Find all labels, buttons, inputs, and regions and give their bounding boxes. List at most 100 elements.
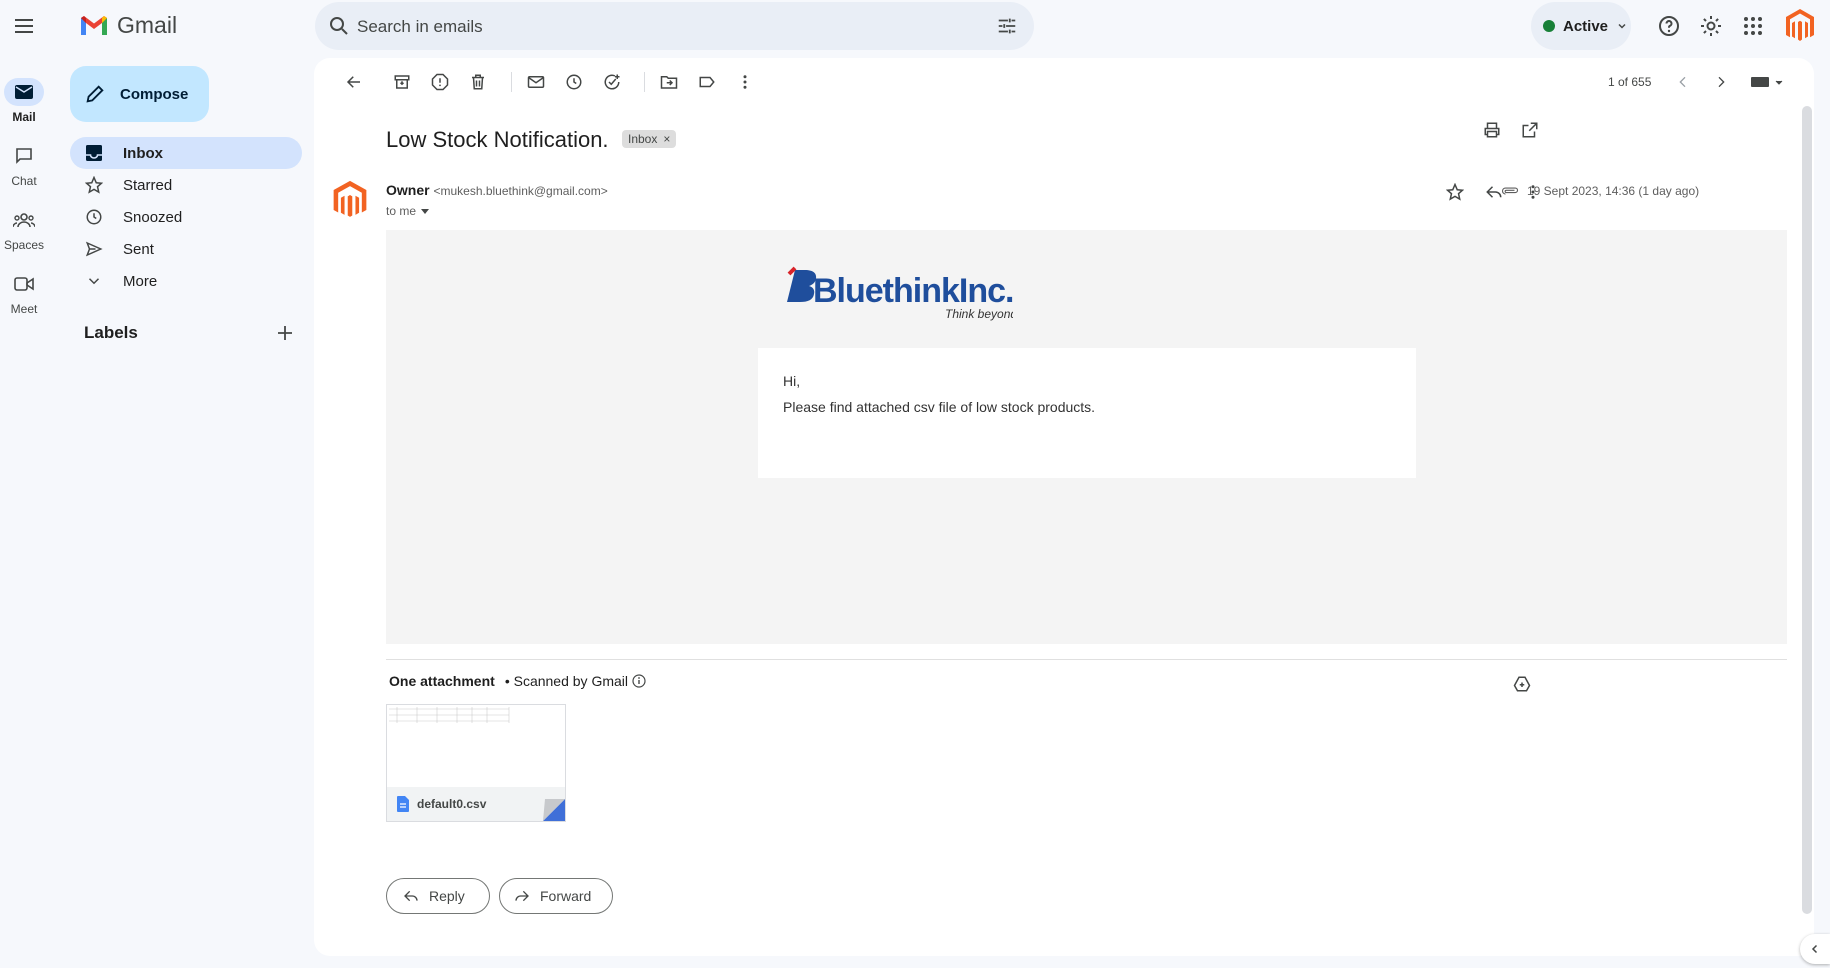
chevron-right-icon [1718,76,1725,88]
search-input[interactable]: Search in emails [357,17,483,37]
folder-nav: Inbox Starred Snoozed Sent More [70,137,302,297]
more-actions-button[interactable] [731,68,759,96]
reply-icon [1486,186,1502,198]
sender-line: Owner <mukesh.bluethink@gmail.com> [386,182,608,198]
open-in-new-icon [1522,122,1538,138]
document-icon [397,796,409,812]
rail-chat[interactable]: Chat [0,142,48,188]
search-icon[interactable] [327,14,351,38]
recipient-label: to me [386,204,417,218]
reply-button-bottom[interactable]: Reply [386,878,490,914]
chevron-left-icon [1811,944,1818,954]
folder-move-icon [660,76,678,89]
account-avatar[interactable] [1780,6,1820,46]
star-icon [1446,183,1464,201]
message-more-button[interactable] [1519,178,1547,206]
rail-spaces-pill [4,206,44,234]
reply-label: Reply [429,888,465,904]
reply-button[interactable] [1480,178,1508,206]
info-icon[interactable] [632,674,646,688]
mark-unread-button[interactable] [522,68,550,96]
support-button[interactable] [1649,6,1689,46]
rail-spaces[interactable]: Spaces [0,206,48,252]
nav-item-starred[interactable]: Starred [70,169,302,201]
chat-icon [16,148,32,164]
nav-item-inbox[interactable]: Inbox [70,137,302,169]
report-spam-button[interactable] [426,68,454,96]
keyboard-icon [1751,77,1783,87]
nav-item-label: Starred [123,176,173,194]
archive-button[interactable] [388,68,416,96]
rail-mail[interactable]: Mail [0,78,48,124]
chevron-down-icon [88,278,100,285]
print-icon [1484,122,1500,138]
forward-button[interactable]: Forward [499,878,613,914]
rail-meet-label: Meet [10,302,38,316]
apps-button[interactable] [1733,6,1773,46]
rail-chat-label: Chat [11,174,37,188]
status-selector[interactable]: Active [1531,2,1631,50]
chevron-left-icon [1679,76,1686,88]
toolbar-divider [644,72,645,92]
side-panel-toggle[interactable] [1800,934,1830,964]
attachment-card[interactable]: default0.csv [386,704,566,822]
snooze-button[interactable] [560,68,588,96]
pencil-icon [86,85,104,103]
rail-mail-label: Mail [12,110,36,124]
nav-item-sent[interactable]: Sent [70,233,302,265]
labels-section-header: Labels [84,323,294,343]
hamburger-menu-icon [15,19,33,33]
nav-item-snoozed[interactable]: Snoozed [70,201,302,233]
sender-name[interactable]: Owner [386,182,430,198]
compose-button[interactable]: Compose [70,66,209,122]
trash-icon [472,74,484,90]
nav-item-more[interactable]: More [70,265,302,297]
mail-icon [15,85,33,99]
nav-item-label: Sent [123,240,154,258]
move-to-button[interactable] [655,68,683,96]
search-options-icon[interactable] [996,15,1018,37]
rail-mail-pill [4,78,44,106]
scrollbar-thumb[interactable] [1802,106,1812,914]
attachment-filename: default0.csv [417,797,487,811]
back-button[interactable] [340,68,368,96]
top-bar: Gmail Search in emails Active [0,0,1830,58]
labels-heading: Labels [84,323,138,342]
input-tools-button[interactable] [1746,68,1790,96]
labels-button[interactable] [693,68,721,96]
older-button[interactable] [1707,68,1735,96]
rail-meet[interactable]: Meet [0,270,48,316]
add-to-drive-icon [1513,676,1531,692]
rail-chat-pill [4,142,44,170]
status-label: Active [1563,17,1609,35]
send-icon [85,241,103,257]
chip-label: Inbox [628,132,658,146]
star-message-button[interactable] [1441,178,1469,206]
gmail-logo[interactable]: Gmail [79,12,177,39]
clock-icon [566,74,582,90]
add-label-icon[interactable] [276,324,294,342]
remove-label-icon[interactable]: × [663,132,670,146]
recipient-details[interactable]: to me [386,204,430,218]
label-icon [699,76,715,88]
compose-label: Compose [120,85,189,103]
clock-icon [86,209,102,225]
open-in-new-window-button[interactable] [1516,116,1544,144]
add-to-tasks-button[interactable] [598,68,626,96]
search-bar[interactable]: Search in emails [315,2,1034,50]
delete-button[interactable] [464,68,492,96]
magento-logo-icon [1786,9,1814,41]
inbox-icon [86,145,102,161]
gmail-m-icon [81,16,107,35]
message-card: Hi, Please find attached csv file of low… [758,348,1416,478]
settings-button[interactable] [1691,6,1731,46]
email-body: BluethinkInc. Think beyond Hi, Please fi… [386,230,1787,644]
newer-button[interactable] [1669,68,1697,96]
bluethink-logo: BluethinkInc. Think beyond [787,266,1013,321]
arrow-back-icon [346,76,360,88]
add-task-icon [604,74,620,90]
save-to-drive-button[interactable] [1508,670,1536,698]
print-button[interactable] [1478,116,1506,144]
inbox-label-chip[interactable]: Inbox × [622,130,677,148]
main-menu-button[interactable] [4,6,44,46]
